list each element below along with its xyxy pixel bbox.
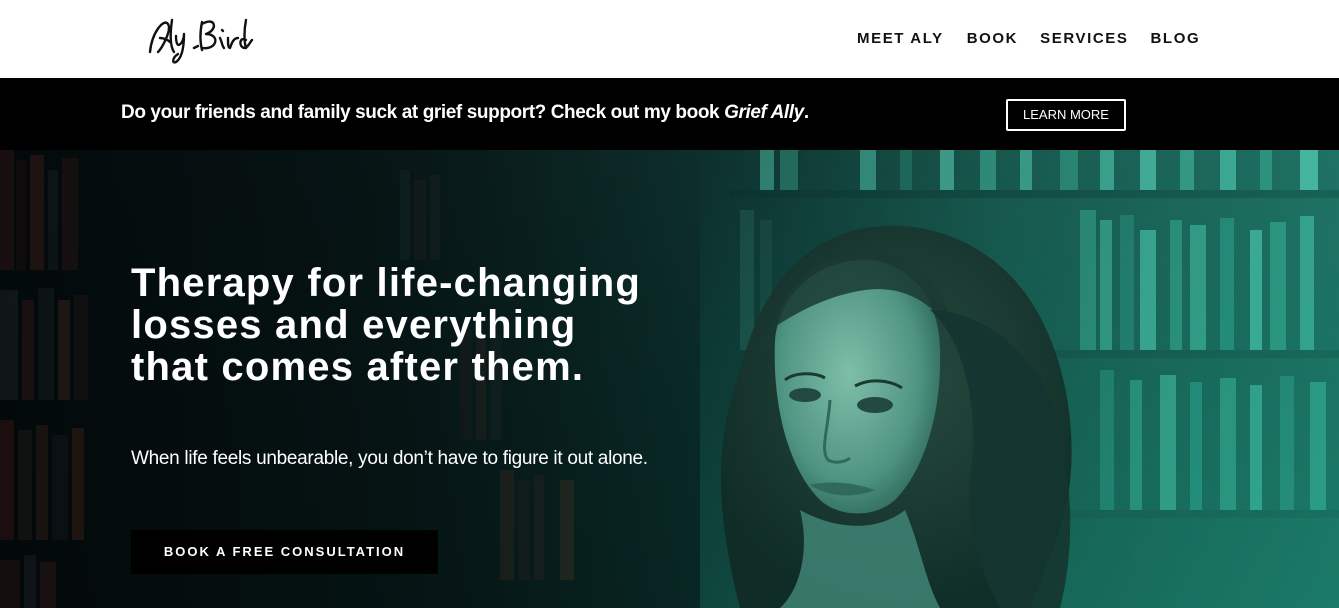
nav-services[interactable]: SERVICES xyxy=(1040,30,1128,47)
learn-more-button[interactable]: LEARN MORE xyxy=(1006,99,1126,131)
nav-blog[interactable]: BLOG xyxy=(1151,30,1201,47)
promo-banner: Do your friends and family suck at grief… xyxy=(0,78,1339,150)
banner-text: Do your friends and family suck at grief… xyxy=(121,102,809,124)
aly-bird-signature-logo xyxy=(148,18,254,64)
nav-book[interactable]: BOOK xyxy=(967,30,1018,47)
portrait-photo xyxy=(721,225,1072,608)
hero-subtitle: When life feels unbearable, you don’t ha… xyxy=(131,448,648,469)
book-consultation-button[interactable]: BOOK A FREE CONSULTATION xyxy=(131,530,438,574)
banner-text-suffix: . xyxy=(803,102,809,123)
banner-book-title: Grief Ally xyxy=(724,102,804,123)
logo[interactable] xyxy=(144,12,256,68)
hero-section: Therapy for life-changing losses and eve… xyxy=(0,150,1339,608)
hero-title: Therapy for life-changing losses and eve… xyxy=(131,261,642,389)
nav-meet-aly[interactable]: MEET ALY xyxy=(857,30,944,47)
main-nav: MEET ALY BOOK SERVICES BLOG xyxy=(857,30,1200,47)
site-header: MEET ALY BOOK SERVICES BLOG xyxy=(0,0,1339,78)
banner-text-prefix: Do your friends and family suck at grief… xyxy=(121,102,725,123)
